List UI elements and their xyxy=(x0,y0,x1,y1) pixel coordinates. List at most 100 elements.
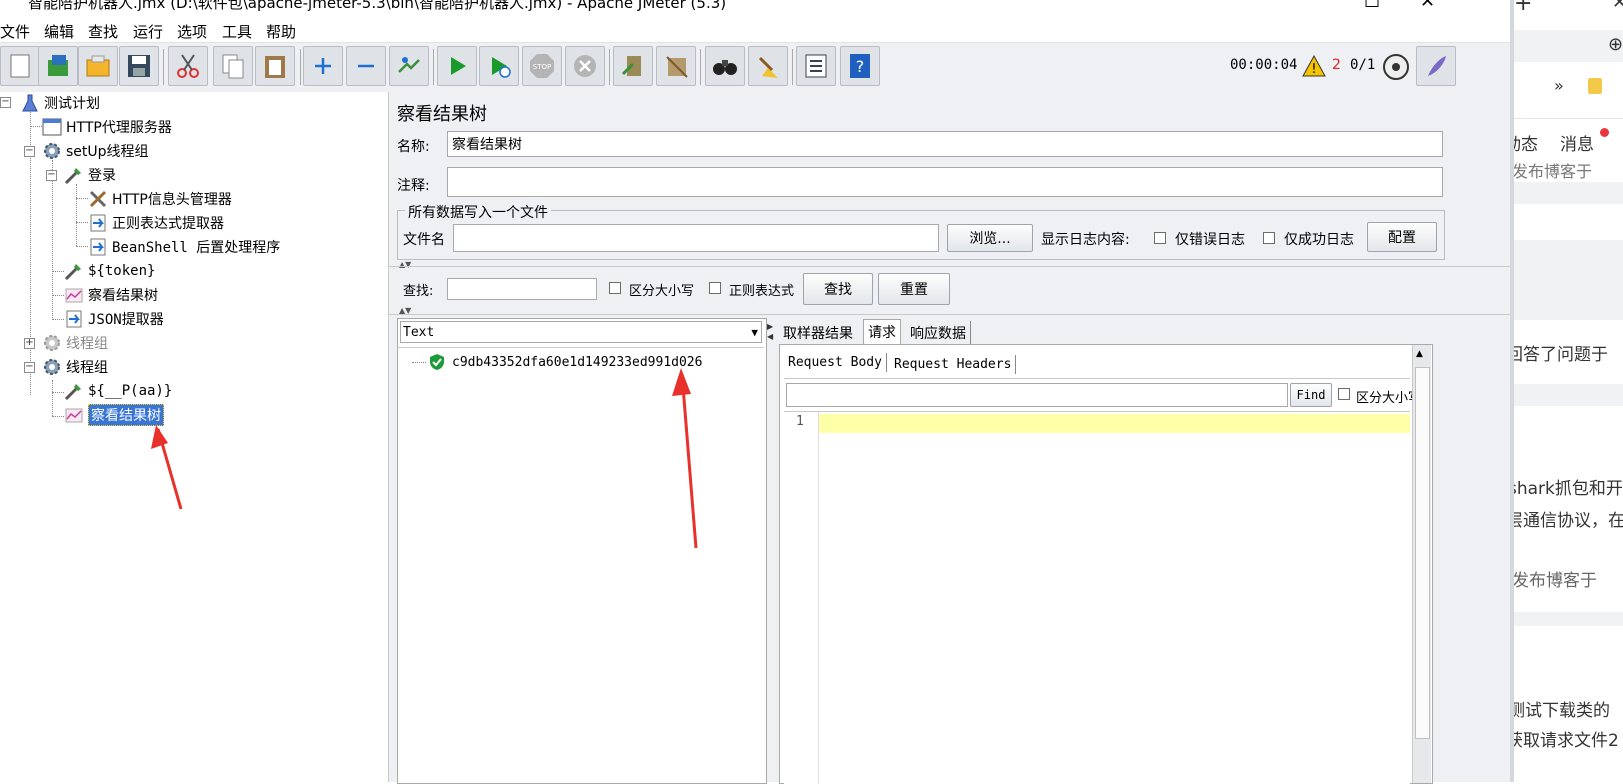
clear-button[interactable] xyxy=(613,46,653,86)
menu-run[interactable]: 运行 xyxy=(133,21,163,42)
tree-node-json-extractor[interactable]: JSON提取器 xyxy=(64,308,164,330)
templates-icon xyxy=(48,55,68,76)
reset-search-button[interactable] xyxy=(748,46,788,86)
browse-button[interactable]: 浏览... xyxy=(947,224,1033,252)
copy-button[interactable] xyxy=(213,46,253,86)
close-window-button[interactable]: ✕ xyxy=(1420,0,1435,12)
body-case-checkbox[interactable] xyxy=(1338,388,1350,400)
splitter-arrows[interactable]: ▲▼ xyxy=(399,260,411,269)
filename-input[interactable] xyxy=(453,224,939,252)
menu-options[interactable]: 选项 xyxy=(177,21,207,42)
subtab-request-headers[interactable]: Request Headers xyxy=(890,355,1017,374)
collapse-toggle[interactable]: − xyxy=(0,97,11,108)
find-button[interactable]: 查找 xyxy=(803,273,873,305)
result-item[interactable]: c9db43352dfa60e1d149233ed991d026 xyxy=(428,351,702,373)
tree-node-view-results-tree-selected[interactable]: 察看结果树 xyxy=(64,404,164,426)
file-group-title: 所有数据写入一个文件 xyxy=(405,202,551,222)
scroll-up-icon[interactable]: ▲ xyxy=(1416,349,1423,359)
chevron-down-icon: ▼ xyxy=(751,326,758,339)
subtab-request-body[interactable]: Request Body xyxy=(784,353,887,372)
toggle-button[interactable] xyxy=(389,46,429,86)
tab-messages[interactable]: 消息 xyxy=(1560,130,1594,155)
tree-node-thread-group-disabled[interactable]: 线程组 xyxy=(42,332,108,354)
menu-file[interactable]: 文件 xyxy=(0,21,30,42)
body-search-input[interactable] xyxy=(786,383,1288,407)
tree-node-regex-extractor[interactable]: 正则表达式提取器 xyxy=(88,212,224,234)
paste-button[interactable] xyxy=(255,46,295,86)
renderer-select[interactable]: Text ▼ xyxy=(400,321,762,343)
pane-splitter[interactable]: ▶ ◀ xyxy=(767,322,773,342)
clear-all-button[interactable] xyxy=(656,46,696,86)
zoom-icon[interactable]: ⊕ xyxy=(1608,34,1623,55)
flask-icon xyxy=(20,93,40,113)
reset-button[interactable]: 重置 xyxy=(878,273,950,305)
expand-toggle[interactable]: + xyxy=(24,338,35,349)
vertical-scrollbar[interactable]: ▲ xyxy=(1412,345,1431,783)
tree-node-token-sampler[interactable]: ${token} xyxy=(64,260,155,282)
tree-node-p-aa-sampler[interactable]: ${__P(aa)} xyxy=(64,380,172,402)
save-button[interactable] xyxy=(119,46,159,86)
errors-only-label: 仅错误日志 xyxy=(1175,232,1245,248)
open-button[interactable] xyxy=(78,46,118,86)
tab-activity[interactable]: 动态 xyxy=(1514,130,1538,155)
tree-node-http-proxy[interactable]: HTTP代理服务器 xyxy=(42,116,172,138)
tree-node-label: ${__P(aa)} xyxy=(88,383,173,399)
feed-fragment: shark抓包和开发 xyxy=(1510,479,1623,499)
help-button[interactable]: ? xyxy=(840,46,880,86)
name-field[interactable]: 察看结果树 xyxy=(447,131,1443,157)
sampler-icon xyxy=(64,165,84,185)
tree-node-view-results-tree[interactable]: 察看结果树 xyxy=(64,284,158,306)
case-sensitive-label: 区分大小写 xyxy=(629,284,695,299)
case-sensitive-checkbox[interactable] xyxy=(609,282,621,294)
tab-request[interactable]: 请求 xyxy=(863,319,901,344)
templates-button[interactable] xyxy=(38,46,78,86)
shutdown-button[interactable] xyxy=(565,46,605,86)
tree-node-label: 线程组 xyxy=(66,360,108,376)
start-no-pauses-button[interactable] xyxy=(479,46,519,86)
errors-only-checkbox[interactable] xyxy=(1154,232,1166,244)
menu-help[interactable]: 帮助 xyxy=(266,21,296,42)
maximize-button[interactable]: ☐ xyxy=(1364,0,1380,12)
search-button[interactable] xyxy=(705,46,745,86)
bookmark-folder-icon[interactable] xyxy=(1588,78,1602,94)
close-icon[interactable]: ✕ xyxy=(1612,0,1623,13)
body-find-button[interactable]: Find xyxy=(1290,383,1332,407)
bookmarks-overflow-icon[interactable]: » xyxy=(1554,76,1564,95)
stop-button[interactable]: STOP xyxy=(522,46,562,86)
tree-node-http-header-manager[interactable]: HTTP信息头管理器 xyxy=(88,188,232,210)
collapse-toggle[interactable]: − xyxy=(24,146,35,157)
menu-tools[interactable]: 工具 xyxy=(222,21,252,42)
tree-node-setup-thread-group[interactable]: setUp线程组 xyxy=(42,140,149,162)
tree-node-thread-group[interactable]: 线程组 xyxy=(42,356,108,378)
function-helper-button[interactable] xyxy=(796,46,836,86)
menu-edit[interactable]: 编辑 xyxy=(44,21,74,42)
collapse-all-button[interactable] xyxy=(346,46,386,86)
new-button[interactable] xyxy=(0,46,40,86)
collapse-toggle[interactable]: − xyxy=(46,170,57,181)
menu-search[interactable]: 查找 xyxy=(88,21,118,42)
feather-icon xyxy=(1428,56,1446,76)
tab-response-data[interactable]: 响应数据 xyxy=(906,321,971,345)
expand-all-button[interactable] xyxy=(303,46,343,86)
regex-checkbox[interactable] xyxy=(709,282,721,294)
scrollbar-thumb[interactable] xyxy=(1415,367,1430,739)
search-input[interactable] xyxy=(447,278,597,300)
tab-sampler-result[interactable]: 取样器结果 xyxy=(779,321,857,345)
request-body-editor[interactable]: 1 xyxy=(784,411,1410,784)
tree-node-beanshell-postprocessor[interactable]: BeanShell 后置处理程序 xyxy=(88,236,280,258)
success-only-checkbox[interactable] xyxy=(1263,232,1275,244)
tree-node-login[interactable]: 登录 xyxy=(64,164,116,186)
tree-node-test-plan[interactable]: 测试计划 xyxy=(20,92,100,114)
new-tab-icon[interactable]: + xyxy=(1514,0,1532,16)
start-button[interactable] xyxy=(437,46,477,86)
tree-node-label: HTTP信息头管理器 xyxy=(112,192,232,208)
configure-button[interactable]: 配置 xyxy=(1367,222,1437,252)
cut-button[interactable] xyxy=(168,46,208,86)
warning-icon[interactable]: ! xyxy=(1302,55,1326,77)
log-viewer-button[interactable] xyxy=(1416,46,1456,86)
elapsed-time: 00:00:04 xyxy=(1230,57,1298,73)
comment-field[interactable] xyxy=(447,167,1443,197)
gear-icon xyxy=(42,333,62,353)
collapse-toggle[interactable]: − xyxy=(24,362,35,373)
svg-text:!: ! xyxy=(1311,62,1316,77)
